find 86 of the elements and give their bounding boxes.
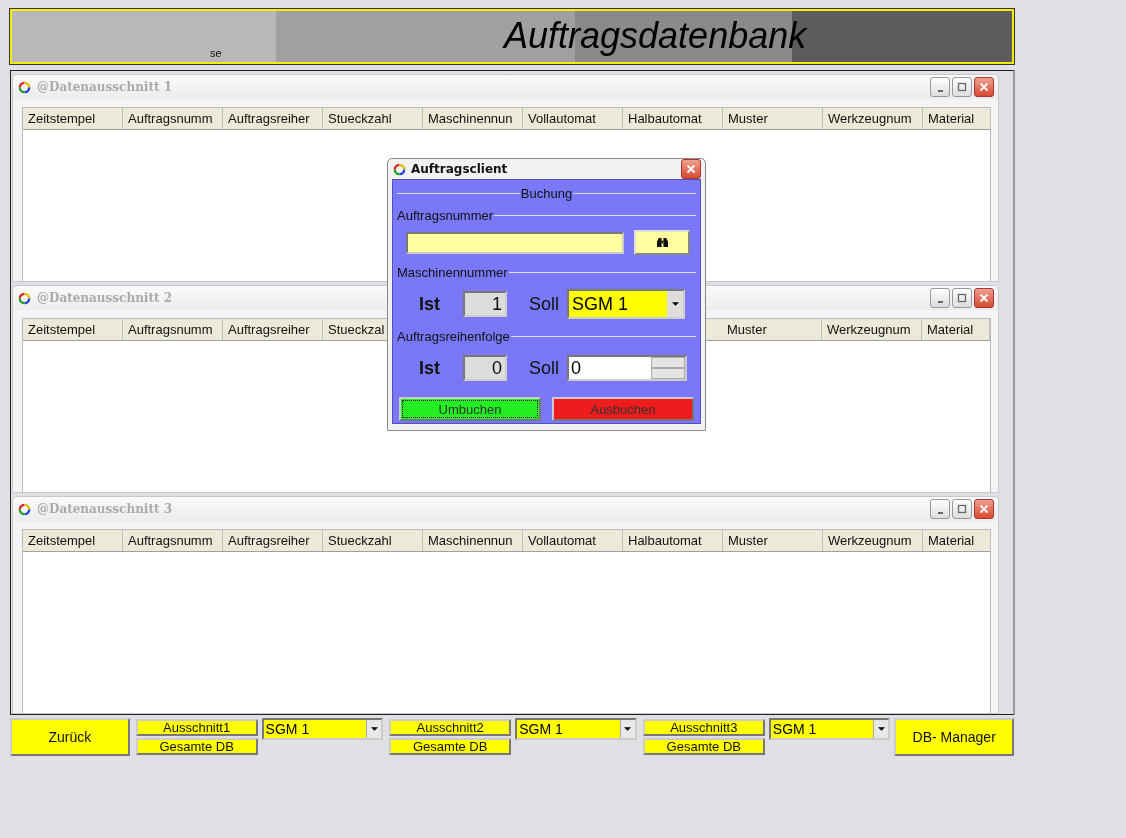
column-header[interactable]: Vollautomat xyxy=(523,108,623,129)
maximize-icon xyxy=(957,82,967,92)
caret-icon xyxy=(624,727,632,731)
machine-dropdown[interactable]: SGM 1 xyxy=(567,289,685,319)
maximize-button[interactable] xyxy=(952,77,972,97)
column-header[interactable]: Auftragsreiher xyxy=(223,530,323,551)
order-number-field[interactable] xyxy=(406,231,624,254)
close-icon xyxy=(979,504,989,514)
maximize-icon xyxy=(957,293,967,303)
close-icon xyxy=(979,82,989,92)
rebook-button[interactable]: Umbuchen xyxy=(399,397,541,421)
ist-label: Ist xyxy=(419,357,441,379)
column-header[interactable]: Muster xyxy=(723,108,823,129)
minimize-button[interactable] xyxy=(930,77,950,97)
caret-icon xyxy=(370,727,378,731)
app-icon xyxy=(17,501,32,517)
column-header[interactable]: Material xyxy=(922,319,990,340)
section-button[interactable]: Ausschnitt3 xyxy=(642,719,765,736)
machine-dropdown[interactable]: SGM 1 xyxy=(768,718,891,740)
column-header[interactable]: Auftragsnumm xyxy=(123,530,223,551)
column-header[interactable]: Auftragsreiher xyxy=(223,108,323,129)
minimize-icon xyxy=(937,301,943,303)
maximize-button[interactable] xyxy=(952,499,972,519)
column-header[interactable]: Material xyxy=(923,108,991,129)
close-icon xyxy=(686,164,696,174)
ist-value: 0 xyxy=(463,355,507,381)
column-header[interactable]: Auftragsreiher xyxy=(223,319,323,340)
binoculars-icon xyxy=(655,237,669,248)
column-header[interactable]: Werkzeugnum xyxy=(823,108,923,129)
sequence-spinner[interactable]: 0 xyxy=(567,355,687,381)
banner-subtitle: se xyxy=(210,47,222,59)
caret-icon xyxy=(877,727,885,731)
close-button[interactable] xyxy=(681,159,701,179)
minimize-button[interactable] xyxy=(930,288,950,308)
close-button[interactable] xyxy=(974,288,994,308)
all-db-button[interactable]: Gesamte DB xyxy=(135,738,258,755)
maximize-button[interactable] xyxy=(952,288,972,308)
section-button[interactable]: Ausschnitt2 xyxy=(389,719,512,736)
close-button[interactable] xyxy=(974,77,994,97)
app-icon xyxy=(392,161,407,177)
machine-dropdown[interactable]: SGM 1 xyxy=(261,718,384,740)
minimize-icon xyxy=(937,90,943,92)
column-header[interactable]: Halbautomat xyxy=(623,108,723,129)
machine-dropdown[interactable]: SGM 1 xyxy=(515,718,637,740)
column-header[interactable]: Halbautomat xyxy=(623,530,723,551)
column-header[interactable]: Auftragsnumm xyxy=(123,319,223,340)
ist-value: 1 xyxy=(463,291,507,317)
soll-label: Soll xyxy=(529,357,560,379)
column-header[interactable]: Stueckzahl xyxy=(323,530,423,551)
column-header[interactable]: Vollautomat xyxy=(523,530,623,551)
column-header[interactable]: Werkzeugnum xyxy=(823,530,923,551)
back-button[interactable]: Zurück xyxy=(10,718,130,756)
column-header[interactable]: Stueckzahl xyxy=(323,108,423,129)
window-title: @Datenausschnitt 1 xyxy=(37,80,173,94)
caret-icon xyxy=(671,302,679,306)
minimize-icon xyxy=(937,512,943,514)
close-button[interactable] xyxy=(974,499,994,519)
group-legend: Buchung xyxy=(520,185,573,201)
all-db-button[interactable]: Gesamte DB xyxy=(389,738,512,755)
column-header[interactable]: Auftragsnumm xyxy=(123,108,223,129)
window-title: @Datenausschnitt 2 xyxy=(37,291,173,305)
close-icon xyxy=(979,293,989,303)
banner-title: Auftragsdatenbank xyxy=(504,15,807,57)
column-header[interactable]: Maschinennun xyxy=(423,108,523,129)
dialog-title: Auftragsclient xyxy=(411,162,508,176)
column-header[interactable]: Zeitstempel xyxy=(23,319,123,340)
column-header[interactable]: Muster xyxy=(722,319,822,340)
ist-label: Ist xyxy=(419,293,441,315)
column-header[interactable]: Werkzeugnum xyxy=(822,319,922,340)
soll-label: Soll xyxy=(529,293,560,315)
section-button[interactable]: Ausschnitt1 xyxy=(135,719,258,736)
minimize-button[interactable] xyxy=(930,499,950,519)
section-legend: Maschinennummer xyxy=(397,264,508,280)
column-header[interactable]: Zeitstempel xyxy=(23,530,123,551)
search-button[interactable] xyxy=(634,230,690,255)
all-db-button[interactable]: Gesamte DB xyxy=(642,738,765,755)
column-header[interactable]: Maschinennun xyxy=(423,530,523,551)
section-legend: Auftragsnummer xyxy=(397,207,494,223)
column-header[interactable]: Muster xyxy=(723,530,823,551)
column-header[interactable]: Material xyxy=(923,530,991,551)
app-icon xyxy=(17,290,32,306)
maximize-icon xyxy=(957,504,967,514)
column-header[interactable]: Zeitstempel xyxy=(23,108,123,129)
app-icon xyxy=(17,79,32,95)
window-title: @Datenausschnitt 3 xyxy=(37,502,173,516)
db-manager-button[interactable]: DB- Manager xyxy=(894,718,1014,756)
